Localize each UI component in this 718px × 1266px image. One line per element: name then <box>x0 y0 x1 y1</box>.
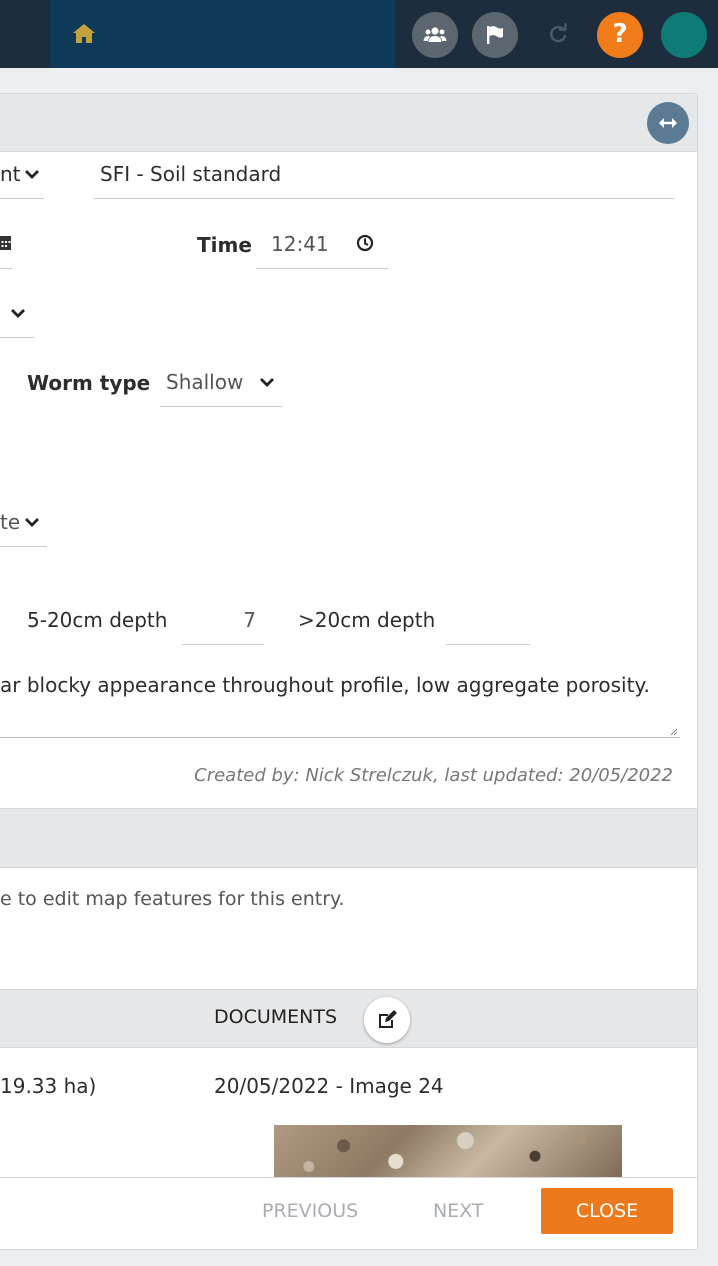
help-icon: ? <box>612 19 628 49</box>
depth-5-20-input[interactable]: 7 <box>182 608 262 632</box>
notes-underline <box>0 737 680 738</box>
next-button[interactable]: NEXT <box>433 1200 484 1222</box>
document-image-thumbnail[interactable] <box>274 1125 622 1177</box>
worm-type-underline <box>160 406 282 407</box>
time-input[interactable]: 12:41 <box>271 232 329 256</box>
type-select-underline <box>0 198 44 199</box>
document-item-label[interactable]: 20/05/2022 - Image 24 <box>214 1074 444 1098</box>
refresh-icon[interactable] <box>546 22 570 46</box>
edit-documents-button[interactable] <box>364 997 410 1043</box>
map-edit-message: e to edit map features for this entry. <box>0 888 345 910</box>
worm-type-label: Worm type <box>27 371 151 395</box>
map-section-header <box>0 808 697 868</box>
calendar-icon[interactable] <box>0 233 12 251</box>
chevron-down-icon[interactable] <box>259 376 275 388</box>
expand-button[interactable] <box>647 102 689 144</box>
close-button[interactable]: CLOSE <box>541 1188 673 1234</box>
users-button[interactable] <box>412 12 458 58</box>
home-icon[interactable] <box>72 22 96 44</box>
select-partial-underline <box>0 546 47 547</box>
panel-header <box>0 94 697 152</box>
time-underline <box>256 268 388 269</box>
resize-handle-icon[interactable] <box>670 728 678 736</box>
clock-icon[interactable] <box>356 234 374 252</box>
chevron-down-icon[interactable] <box>10 307 26 319</box>
worm-type-select[interactable]: Shallow <box>166 370 243 394</box>
entry-panel: nt SFI - Soil standard Time 12:41 Worm t… <box>0 93 698 1250</box>
top-bar: ? <box>0 0 718 68</box>
avatar[interactable] <box>661 12 707 58</box>
chevron-down-icon[interactable] <box>24 168 40 180</box>
panel-footer: PREVIOUS NEXT CLOSE <box>0 1177 697 1249</box>
template-field[interactable]: SFI - Soil standard <box>100 162 281 186</box>
previous-button[interactable]: PREVIOUS <box>262 1200 358 1222</box>
time-label: Time <box>197 233 252 257</box>
depth-20-label: >20cm depth <box>298 608 436 632</box>
documents-section-header: DOCUMENTS <box>0 989 697 1048</box>
help-button[interactable]: ? <box>597 12 643 58</box>
edit-icon <box>379 1010 397 1028</box>
select-partial-value[interactable]: te <box>0 510 20 534</box>
depth-20-underline <box>446 644 530 645</box>
select-underline <box>0 337 34 338</box>
documents-title: DOCUMENTS <box>214 1006 338 1028</box>
chevron-down-icon[interactable] <box>24 516 40 528</box>
template-underline <box>94 198 674 199</box>
type-select-value[interactable]: nt <box>0 162 21 186</box>
flag-icon <box>487 26 503 44</box>
area-value: 19.33 ha) <box>0 1074 97 1098</box>
created-by-meta: Created by: Nick Strelczuk, last updated… <box>194 765 673 786</box>
users-icon <box>423 27 447 42</box>
depth-5-20-underline <box>182 644 264 645</box>
flag-button[interactable] <box>472 12 518 58</box>
depth-5-20-label: 5-20cm depth <box>27 608 168 632</box>
date-underline <box>0 268 12 269</box>
expand-horizontal-icon <box>659 118 677 128</box>
notes-textarea[interactable]: ar blocky appearance throughout profile,… <box>0 673 650 697</box>
home-tab[interactable] <box>50 0 395 68</box>
